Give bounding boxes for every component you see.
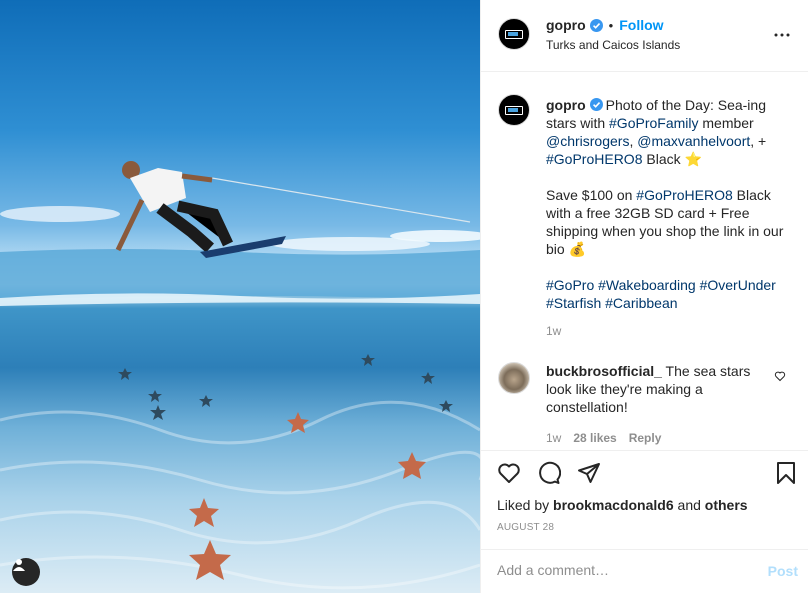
- caption-text: gopro Photo of the Day: Sea-ing stars wit…: [546, 96, 791, 312]
- user-tag-button[interactable]: [12, 558, 40, 586]
- liked-by-prefix: Liked by: [497, 497, 554, 513]
- commenter-avatar[interactable]: [498, 362, 530, 394]
- gopro-logo-icon: [505, 105, 523, 115]
- comment-likes-count[interactable]: 28 likes: [573, 431, 616, 445]
- header-username[interactable]: gopro: [546, 17, 586, 33]
- save-icon: [777, 462, 795, 484]
- caption-avatar[interactable]: [498, 94, 530, 126]
- add-comment-bar: Post: [481, 549, 808, 593]
- liked-by: Liked by brookmacdonald6 and others: [497, 497, 748, 513]
- comment-timestamp[interactable]: 1w: [546, 431, 561, 445]
- caption-text-segment: member: [698, 115, 758, 131]
- post-header: gopro • Follow Turks and Caicos Islands: [481, 0, 808, 72]
- comment-text: buckbrosofficial_ The sea stars look lik…: [546, 362, 771, 416]
- hashtag-link[interactable]: #GoProFamily: [609, 115, 698, 131]
- comments-list[interactable]: gopro Photo of the Day: Sea-ing stars wit…: [481, 72, 808, 450]
- hashtag-link[interactable]: #GoPro: [546, 277, 594, 293]
- follow-button[interactable]: Follow: [619, 17, 663, 33]
- hashtag-link[interactable]: #Caribbean: [605, 295, 677, 311]
- star-emoji: ⭐: [684, 151, 702, 167]
- post-date[interactable]: AUGUST 28: [497, 522, 554, 533]
- caption-paragraph2: Save $100 on: [546, 187, 637, 203]
- hashtag-link[interactable]: #GoProHERO8: [636, 187, 732, 203]
- post-comment-button[interactable]: Post: [768, 563, 798, 579]
- heart-icon[interactable]: [497, 461, 521, 485]
- more-horizontal-icon: [774, 33, 790, 37]
- reply-button[interactable]: Reply: [629, 431, 662, 445]
- caption-timestamp[interactable]: 1w: [546, 324, 561, 338]
- comment-like-heart-icon[interactable]: [774, 370, 786, 382]
- post-photo-illustration: [0, 161, 480, 590]
- caption-text-segment: Black: [642, 151, 685, 167]
- more-options-button[interactable]: [772, 25, 792, 45]
- gopro-logo-icon: [505, 29, 523, 39]
- caption-text-segment: , +: [750, 133, 771, 149]
- caption-username[interactable]: gopro: [546, 97, 586, 113]
- add-comment-input[interactable]: [497, 562, 737, 578]
- liked-by-others[interactable]: others: [705, 497, 748, 513]
- hashtag-link[interactable]: #Starfish: [546, 295, 601, 311]
- post-photo[interactable]: [0, 0, 480, 593]
- share-icon[interactable]: [577, 461, 601, 485]
- commenter-username[interactable]: buckbrosofficial_: [546, 363, 662, 379]
- comment-meta: 1w 28 likes Reply: [546, 431, 661, 445]
- post-side-panel: gopro • Follow Turks and Caicos Islands …: [480, 0, 808, 593]
- header-user-row: gopro • Follow: [546, 17, 664, 33]
- user-icon: [13, 559, 25, 571]
- verified-badge-icon: [589, 18, 603, 32]
- liked-by-user[interactable]: brookmacdonald6: [553, 497, 674, 513]
- liked-by-and: and: [673, 497, 705, 513]
- avatar[interactable]: [498, 18, 530, 50]
- verified-badge-icon: [589, 98, 603, 111]
- separator-dot: •: [608, 17, 614, 33]
- action-icons: [497, 461, 601, 485]
- mention-link[interactable]: @chrisrogers: [546, 133, 629, 149]
- location-link[interactable]: Turks and Caicos Islands: [546, 38, 680, 52]
- save-button[interactable]: [774, 461, 798, 485]
- mention-link[interactable]: @maxvanhelvoort: [637, 133, 750, 149]
- comment-icon[interactable]: [537, 461, 561, 485]
- hashtag-link[interactable]: #Wakeboarding: [598, 277, 696, 293]
- hashtag-link[interactable]: #OverUnder: [700, 277, 776, 293]
- money-bag-emoji: 💰: [568, 241, 587, 257]
- hashtag-link[interactable]: #GoProHERO8: [546, 151, 642, 167]
